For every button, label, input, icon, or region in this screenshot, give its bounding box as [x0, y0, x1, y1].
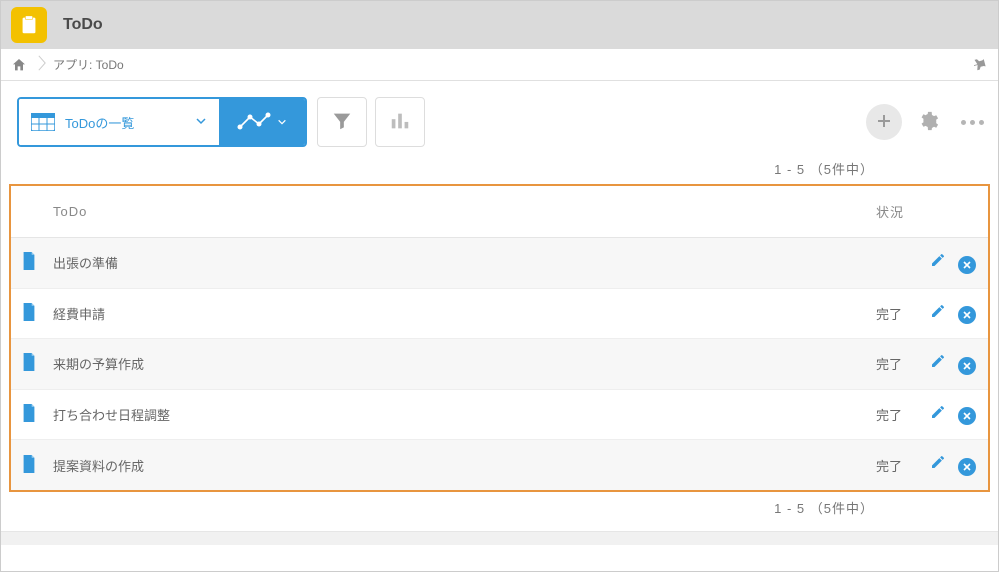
column-header-todo[interactable]: ToDo: [43, 186, 866, 238]
home-icon[interactable]: [11, 57, 31, 73]
app-icon: [11, 7, 47, 43]
chart-button[interactable]: [375, 97, 425, 147]
chevron-down-icon: [277, 115, 287, 130]
plus-icon: [876, 113, 892, 132]
add-record-button[interactable]: [864, 102, 904, 142]
cell-title: 提案資料の作成: [43, 440, 866, 490]
more-button[interactable]: [952, 102, 992, 142]
app-title: ToDo: [63, 16, 103, 34]
breadcrumb-bar: アプリ: ToDo: [1, 49, 998, 81]
column-header-status[interactable]: 状況: [866, 186, 920, 238]
page-counter-top: 1 - 5 （5件中）: [1, 157, 998, 184]
record-icon[interactable]: [21, 252, 37, 270]
cell-title: 経費申請: [43, 288, 866, 339]
delete-button[interactable]: [958, 306, 976, 324]
edit-button[interactable]: [930, 454, 946, 470]
cell-status: 完了: [866, 288, 920, 339]
cell-status: 完了: [866, 389, 920, 440]
delete-button[interactable]: [958, 458, 976, 476]
records-table: ToDo 状況 出張の準備: [9, 184, 990, 492]
edit-button[interactable]: [930, 303, 946, 319]
horizontal-scrollbar[interactable]: [1, 531, 998, 545]
view-label: ToDoの一覧: [65, 113, 134, 132]
cell-status: 完了: [866, 440, 920, 490]
record-icon[interactable]: [21, 404, 37, 422]
delete-button[interactable]: [958, 357, 976, 375]
page-counter-bottom: 1 - 5 （5件中）: [1, 492, 998, 523]
delete-button[interactable]: [958, 407, 976, 425]
filter-button[interactable]: [317, 97, 367, 147]
bar-chart-icon: [389, 110, 411, 135]
gear-icon: [917, 110, 939, 135]
chevron-down-icon: [195, 115, 207, 130]
table-row: 経費申請 完了: [11, 288, 988, 339]
pin-icon[interactable]: [974, 58, 988, 72]
edit-button[interactable]: [930, 252, 946, 268]
cell-title: 来期の予算作成: [43, 339, 866, 390]
view-selector: ToDoの一覧: [17, 97, 307, 147]
line-chart-icon: [237, 111, 271, 133]
edit-button[interactable]: [930, 404, 946, 420]
table-row: 来期の予算作成 完了: [11, 339, 988, 390]
cell-status: [866, 238, 920, 289]
table-icon: [31, 113, 55, 131]
cell-title: 出張の準備: [43, 238, 866, 289]
record-icon[interactable]: [21, 455, 37, 473]
cell-status: 完了: [866, 339, 920, 390]
funnel-icon: [331, 110, 353, 135]
cell-title: 打ち合わせ日程調整: [43, 389, 866, 440]
graph-view-button[interactable]: [219, 99, 305, 145]
table-row: 提案資料の作成 完了: [11, 440, 988, 490]
delete-button[interactable]: [958, 256, 976, 274]
breadcrumb-separator-icon: [37, 55, 47, 75]
toolbar: ToDoの一覧: [1, 81, 998, 157]
record-icon[interactable]: [21, 353, 37, 371]
table-row: 打ち合わせ日程調整 完了: [11, 389, 988, 440]
ellipsis-icon: [952, 120, 992, 125]
edit-button[interactable]: [930, 353, 946, 369]
breadcrumb-text[interactable]: アプリ: ToDo: [53, 56, 124, 73]
record-icon[interactable]: [21, 303, 37, 321]
settings-button[interactable]: [908, 102, 948, 142]
app-header: ToDo: [1, 1, 998, 49]
view-dropdown[interactable]: ToDoの一覧: [19, 99, 219, 145]
table-row: 出張の準備: [11, 238, 988, 289]
